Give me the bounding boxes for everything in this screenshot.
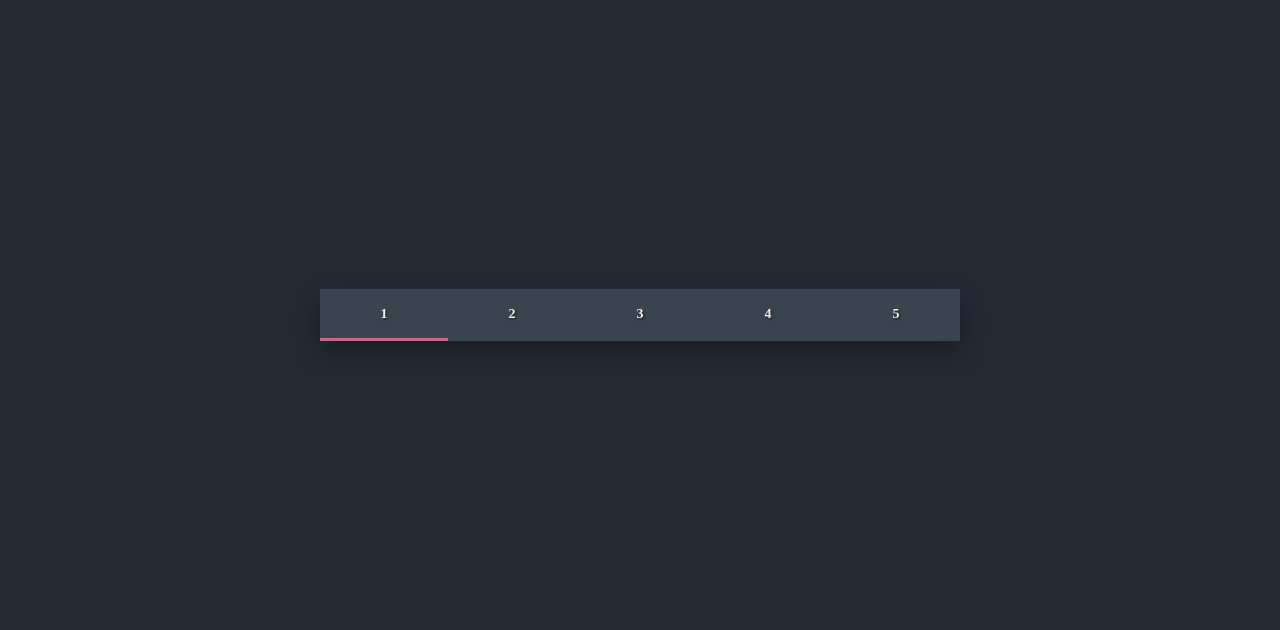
tabs-list: 1 2 3 4 5: [320, 289, 960, 341]
tab-label: 1: [381, 307, 388, 322]
tab-1[interactable]: 1: [320, 289, 448, 341]
tab-label: 3: [637, 307, 644, 322]
tab-2[interactable]: 2: [448, 289, 576, 341]
tab-3[interactable]: 3: [576, 289, 704, 341]
tab-5[interactable]: 5: [832, 289, 960, 341]
tab-label: 2: [509, 307, 516, 322]
tab-active-indicator: [320, 338, 448, 341]
tab-label: 4: [765, 307, 772, 322]
tab-label: 5: [893, 307, 900, 322]
tab-4[interactable]: 4: [704, 289, 832, 341]
tabs-container: 1 2 3 4 5: [320, 289, 960, 341]
